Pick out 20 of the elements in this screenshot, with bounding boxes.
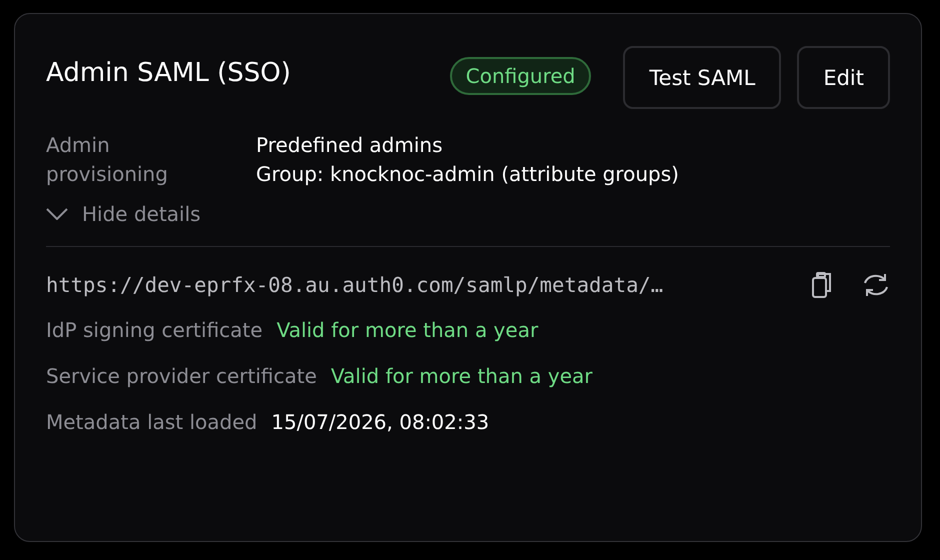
- field-label: IdP signing certificate: [46, 317, 263, 344]
- edit-button[interactable]: Edit: [797, 46, 890, 109]
- field-label: Service provider certificate: [46, 363, 317, 390]
- field-label: Admin provisioning: [46, 132, 169, 188]
- copy-icon: [810, 271, 834, 299]
- card-title: Admin SAML (SSO): [46, 58, 292, 88]
- status-badge: Configured: [450, 57, 592, 95]
- copy-button[interactable]: [810, 271, 834, 299]
- field-label: Metadata last loaded: [46, 409, 258, 436]
- test-button[interactable]: Test SAML: [623, 46, 782, 109]
- field-value: Valid for more than a year: [276, 317, 538, 344]
- field-value: Group: knocknoc-admin (attribute groups): [256, 161, 679, 188]
- details-toggle[interactable]: Hide details: [46, 202, 201, 226]
- refresh-button[interactable]: [862, 272, 890, 298]
- chevron-icon: [46, 208, 68, 220]
- field-value: Valid for more than a year: [330, 363, 593, 390]
- field-value: 15/07/2026, 08:02:33: [271, 409, 490, 436]
- metadata-url: https://dev-eprfx-08.au.auth0.com/samlp/metadata/…: [46, 273, 664, 297]
- field-value: Predefined admins: [256, 132, 444, 159]
- refresh-icon: [862, 272, 890, 298]
